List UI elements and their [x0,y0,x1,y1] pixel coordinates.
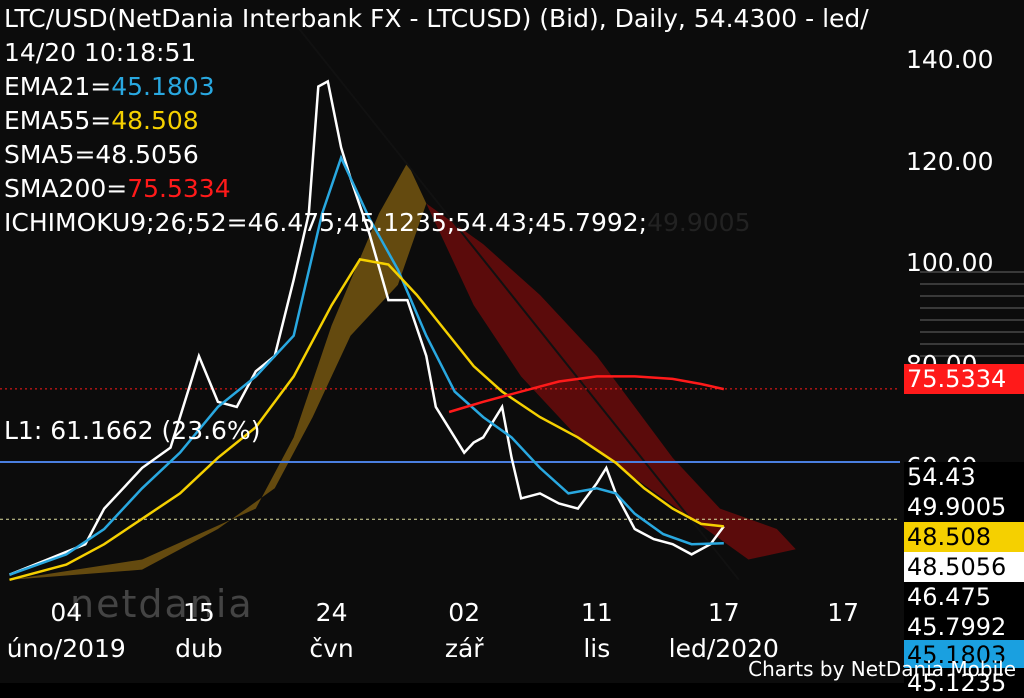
price-tag: 48.508 [904,522,1024,552]
sma200-label: SMA200= [4,174,128,203]
ichimoku-legend: ICHIMOKU9;26;52=46.475;45.1235;54.43;45.… [4,206,750,240]
price-tag: 48.5056 [904,552,1024,582]
price-tag: 46.475 [904,582,1024,612]
y-tick-label: 120.00 [906,146,994,176]
sma200-legend: SMA200=75.5334 [4,172,231,206]
footer-credit: Charts by NetDania Mobile [748,657,1016,681]
chart-area[interactable]: netdania LTC/USD(NetDania Interbank FX -… [0,0,1024,698]
x-tick-day: 24 [315,598,348,627]
x-tick-month: čvn [309,634,354,663]
x-tick-day: 11 [580,598,613,627]
price-tag: 75.5334 [904,364,1024,394]
sma5-legend: SMA5=48.5056 [4,140,199,169]
ema21-label: EMA21= [4,72,112,101]
ema21-value: 45.1803 [111,72,215,101]
y-tick-label: 140.00 [906,45,994,75]
ema55-legend: EMA55=48.508 [4,104,199,138]
fib-level-label: L1: 61.1662 (23.6%) [4,416,261,445]
ichimoku-values: ICHIMOKU9;26;52=46.475;45.1235;54.43;45.… [4,208,648,237]
ema55-label: EMA55= [4,106,112,135]
ichimoku-extra: 49.9005 [647,208,751,237]
x-tick-day: 15 [183,598,215,627]
price-tag: 49.9005 [904,492,1024,522]
x-tick-month: úno/2019 [6,634,126,663]
x-tick-day: 17 [707,598,740,627]
x-tick-month: zář [444,634,484,663]
sma200-value: 75.5334 [127,174,231,203]
x-tick-day: 04 [50,598,83,627]
x-tick-month: lis [583,634,611,663]
x-tick-day: 02 [448,598,481,627]
ema55-value: 48.508 [111,106,199,135]
price-tag: 45.7992 [904,612,1024,642]
title-line-1: LTC/USD(NetDania Interbank FX - LTCUSD) … [4,4,869,33]
title-line-2: 14/20 10:18:51 [4,38,197,67]
x-tick-day: 17 [827,598,860,627]
y-tick-label: 100.00 [906,248,994,278]
ema21-legend: EMA21=45.1803 [4,70,215,104]
x-tick-month: dub [175,634,223,663]
price-tag: 54.43 [904,462,1024,492]
